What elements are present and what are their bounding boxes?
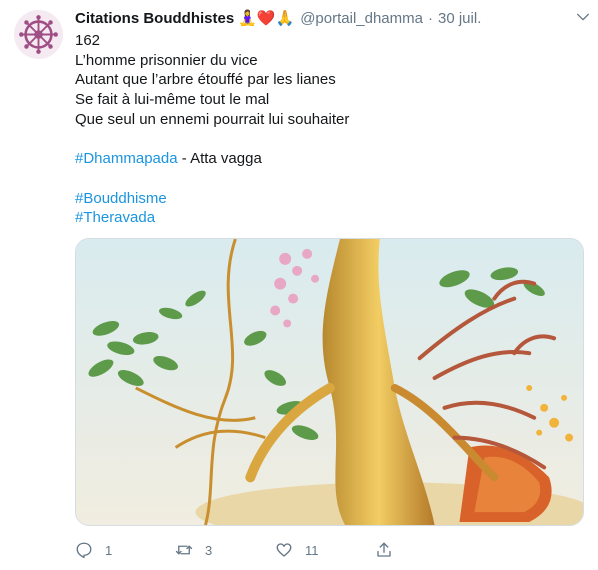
share-button[interactable] [375,541,393,559]
author-handle[interactable]: @portail_dhamma [300,8,423,30]
hashtag-link[interactable]: #Bouddhisme [75,190,167,207]
source-text: - Atta vagga [177,150,262,168]
reply-button[interactable]: 1 [75,541,175,559]
like-button[interactable]: 11 [275,541,375,559]
tweet-header: Citations Bouddhistes 🧘‍♀️❤️🙏 @portail_d… [75,8,588,30]
tweet-line: #Theravada [75,208,584,228]
tweet-date[interactable]: 30 juil. [438,8,481,30]
retweet-count: 3 [205,542,213,558]
tweet[interactable]: Citations Bouddhistes 🧘‍♀️❤️🙏 @portail_d… [0,0,598,570]
hashtag-link[interactable]: #Theravada [75,209,155,226]
author-emoji: 🧘‍♀️❤️🙏 [238,10,295,27]
tweet-line: Que seul un ennemi pourrait lui souhaite… [75,110,350,128]
reply-count: 1 [105,542,113,558]
tweet-actions: 1 3 11 [75,536,495,564]
retweet-button[interactable]: 3 [175,541,275,559]
heart-icon [276,543,292,557]
tweet-line: Autant que l’arbre étouffé par les liane… [75,71,336,89]
tweet-image[interactable] [75,238,584,526]
avatar[interactable] [14,10,63,59]
like-count: 11 [305,542,319,558]
chevron-down-icon [577,13,589,21]
tweet-line: 162 [75,32,101,49]
author-name[interactable]: Citations Bouddhistes [75,8,234,30]
tweet-line: L’homme prisonnier du vice [75,51,258,69]
separator-dot: · [428,10,433,27]
tweet-line: #Dhammapada - Atta vagga [75,149,584,169]
reply-icon [76,542,92,559]
share-icon [377,542,391,557]
tweet-line: Se fait à lui-même tout le mal [75,91,270,109]
dharma-wheel-icon [19,15,58,54]
retweet-icon [175,545,193,555]
more-options-button[interactable] [572,6,594,28]
tree-vines-illustration [76,239,583,525]
tweet-line: #Bouddhisme [75,189,584,209]
tweet-text: 162 L’homme prisonnier du vice Autant qu… [75,31,584,228]
hashtag-link[interactable]: #Dhammapada [75,150,178,167]
